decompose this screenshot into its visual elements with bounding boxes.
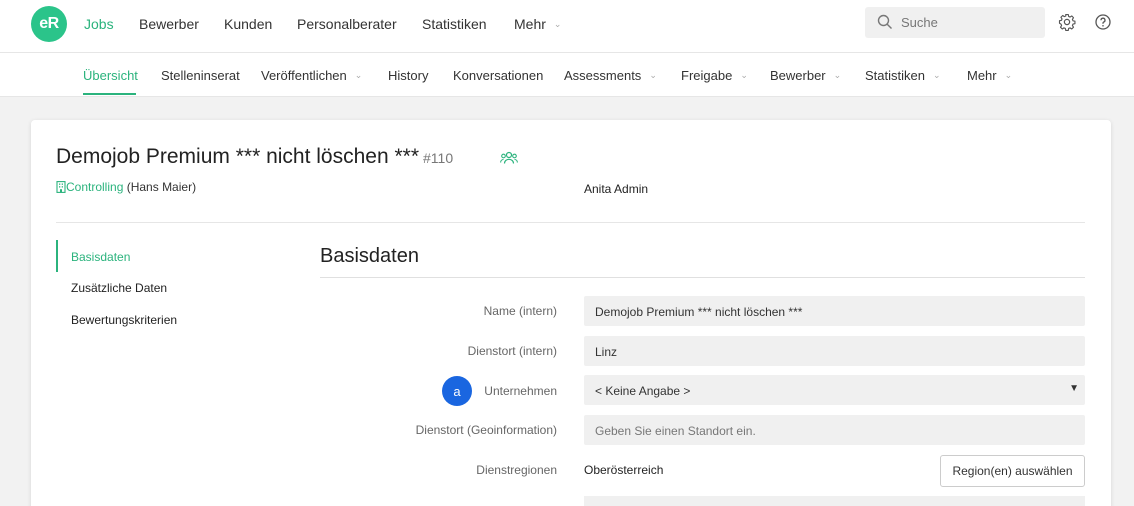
geo-label: Dienstort (Geoinformation) xyxy=(415,423,557,437)
nav-jobs[interactable]: Jobs xyxy=(84,16,114,32)
regions-value: Oberösterreich xyxy=(584,463,664,477)
job-id: #110 xyxy=(423,150,454,166)
tab-veroeffentlichen-label: Veröffentlichen xyxy=(261,68,347,83)
nav-kunden[interactable]: Kunden xyxy=(224,16,272,32)
location-label: Dienstort (intern) xyxy=(467,344,557,358)
sub-navbar: Übersicht Stelleninserat Veröffentlichen… xyxy=(0,53,1134,97)
tab-freigabe[interactable]: Freigabe ⌄ xyxy=(681,68,748,83)
location-field[interactable]: Linz xyxy=(584,336,1085,366)
section-divider xyxy=(320,277,1085,278)
side-item-zusaetzliche-daten[interactable]: Zusätzliche Daten xyxy=(71,281,167,295)
name-label: Name (intern) xyxy=(483,304,557,318)
chevron-down-icon: ⌄ xyxy=(932,70,941,80)
chevron-down-icon: ⌄ xyxy=(354,70,363,80)
regions-label: Dienstregionen xyxy=(476,463,557,477)
department-link[interactable]: Controlling xyxy=(66,180,123,194)
department-line: Controlling (Hans Maier) xyxy=(56,180,196,194)
active-tab-indicator xyxy=(83,93,136,95)
chevron-down-icon: ⌄ xyxy=(833,70,842,80)
search-icon xyxy=(877,14,892,29)
tab-konversationen[interactable]: Konversationen xyxy=(453,68,543,83)
chevron-down-icon: ⌄ xyxy=(553,19,562,29)
tab-stelleninserat[interactable]: Stelleninserat xyxy=(161,68,240,83)
divider xyxy=(56,222,1085,223)
manager-name: (Hans Maier) xyxy=(126,180,197,194)
job-title: Demojob Premium *** nicht löschen *** #11… xyxy=(56,145,453,169)
nav-mehr-label: Mehr xyxy=(514,16,546,32)
chevron-down-icon: ⌄ xyxy=(649,70,657,80)
search-placeholder: Suche xyxy=(901,15,938,30)
nav-personalberater[interactable]: Personalberater xyxy=(297,16,397,32)
tab-mehr[interactable]: Mehr ⌄ xyxy=(967,68,1012,83)
job-title-text: Demojob Premium *** nicht löschen *** xyxy=(56,145,419,168)
help-icon[interactable] xyxy=(1095,14,1111,30)
job-owner: Anita Admin xyxy=(584,182,649,196)
nav-mehr[interactable]: Mehr ⌄ xyxy=(514,16,561,32)
tab-assessments-label: Assessments xyxy=(564,68,642,83)
nav-statistiken[interactable]: Statistiken xyxy=(422,16,487,32)
select-regions-button[interactable]: Region(en) auswählen xyxy=(940,455,1085,487)
name-field[interactable]: Demojob Premium *** nicht löschen *** xyxy=(584,296,1085,326)
top-navbar: eR Jobs Bewerber Kunden Personalberater … xyxy=(0,0,1134,53)
tab-freigabe-label: Freigabe xyxy=(681,68,733,83)
building-icon xyxy=(56,181,66,193)
geo-location-input[interactable]: Geben Sie einen Standort ein. xyxy=(584,415,1085,445)
tab-statistiken[interactable]: Statistiken ⌄ xyxy=(865,68,941,83)
dropdown-caret-icon: ▼ xyxy=(1069,383,1079,394)
section-title: Basisdaten xyxy=(320,245,419,267)
nav-bewerber[interactable]: Bewerber xyxy=(139,16,199,32)
team-icon[interactable] xyxy=(500,151,518,165)
tab-bewerber-label: Bewerber xyxy=(770,68,826,83)
tab-bewerber[interactable]: Bewerber ⌄ xyxy=(770,68,841,83)
side-item-bewertungskriterien[interactable]: Bewertungskriterien xyxy=(71,313,177,327)
chevron-down-icon: ⌄ xyxy=(740,70,748,80)
tab-mehr-label: Mehr xyxy=(967,68,997,83)
tab-uebersicht[interactable]: Übersicht xyxy=(83,68,138,83)
company-label: Unternehmen xyxy=(484,384,557,398)
tab-veroeffentlichen[interactable]: Veröffentlichen ⌄ xyxy=(261,68,362,83)
chevron-down-icon: ⌄ xyxy=(1004,70,1013,80)
company-select-value: < Keine Angabe > xyxy=(595,384,691,398)
search-box[interactable]: Suche xyxy=(865,7,1045,38)
side-item-basisdaten[interactable]: Basisdaten xyxy=(71,250,130,264)
tab-history[interactable]: History xyxy=(388,68,428,83)
side-menu-active-indicator xyxy=(56,240,58,272)
tab-assessments[interactable]: Assessments ⌄ xyxy=(564,68,657,83)
gear-icon[interactable] xyxy=(1058,13,1076,31)
app-logo[interactable]: eR xyxy=(31,6,67,42)
next-field[interactable] xyxy=(584,496,1085,506)
tab-statistiken-label: Statistiken xyxy=(865,68,925,83)
company-select[interactable]: < Keine Angabe > ▼ xyxy=(584,375,1085,405)
